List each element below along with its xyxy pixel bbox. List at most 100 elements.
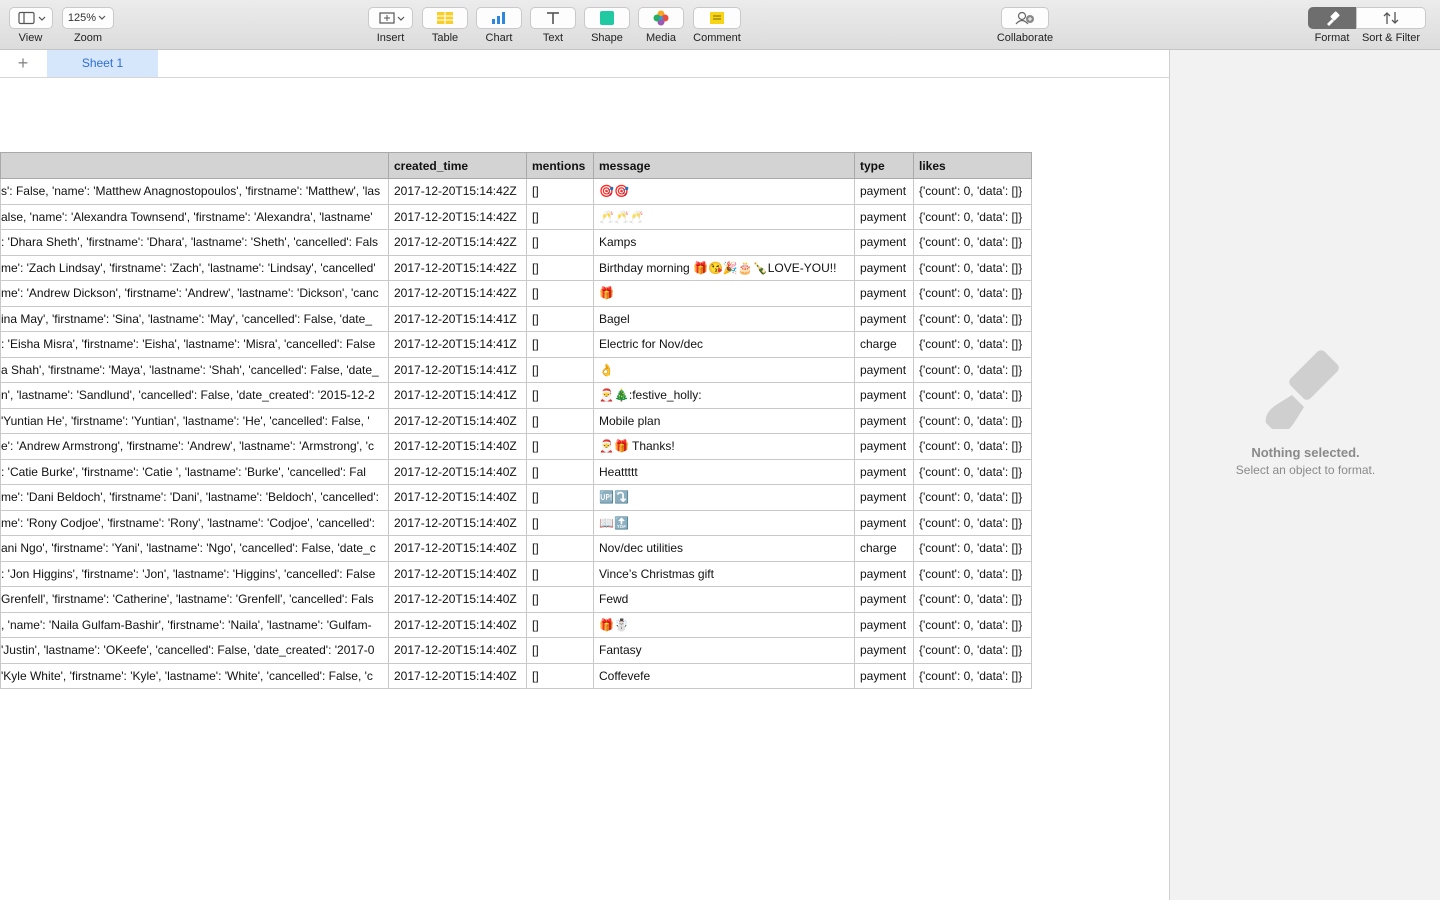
likes-cell[interactable]: {'count': 0, 'data': []} bbox=[913, 407, 1032, 434]
shape-button[interactable]: Shape bbox=[584, 7, 630, 44]
created-time-cell[interactable]: 2017-12-20T15:14:40Z bbox=[388, 586, 527, 613]
table-button[interactable]: Table bbox=[422, 7, 468, 44]
message-cell[interactable]: 🎅🎄:festive_holly: bbox=[593, 382, 855, 409]
column-header-likes[interactable]: likes bbox=[913, 152, 1032, 179]
account-cell[interactable]: 'Yuntian He', 'firstname': 'Yuntian', 'l… bbox=[0, 407, 389, 434]
column-header-type[interactable]: type bbox=[854, 152, 914, 179]
account-cell[interactable]: : 'Eisha Misra', 'firstname': 'Eisha', '… bbox=[0, 331, 389, 358]
message-cell[interactable]: 🆙⤵️ bbox=[593, 484, 855, 511]
created-time-cell[interactable]: 2017-12-20T15:14:41Z bbox=[388, 356, 527, 383]
created-time-cell[interactable]: 2017-12-20T15:14:40Z bbox=[388, 509, 527, 536]
message-cell[interactable]: Vince’s Christmas gift bbox=[593, 560, 855, 587]
type-cell[interactable]: payment bbox=[854, 382, 914, 409]
likes-cell[interactable]: {'count': 0, 'data': []} bbox=[913, 586, 1032, 613]
likes-cell[interactable]: {'count': 0, 'data': []} bbox=[913, 229, 1032, 256]
mentions-cell[interactable]: [] bbox=[526, 484, 594, 511]
account-cell[interactable]: me': 'Zach Lindsay', 'firstname': 'Zach'… bbox=[0, 254, 389, 281]
likes-cell[interactable]: {'count': 0, 'data': []} bbox=[913, 560, 1032, 587]
sort-filter-button[interactable]: Sort & Filter bbox=[1356, 7, 1426, 44]
add-sheet-icon[interactable]: + bbox=[14, 54, 32, 72]
likes-cell[interactable]: {'count': 0, 'data': []} bbox=[913, 280, 1032, 307]
message-cell[interactable]: Heattttt bbox=[593, 458, 855, 485]
message-cell[interactable]: Coffevefe bbox=[593, 662, 855, 689]
type-cell[interactable]: payment bbox=[854, 407, 914, 434]
zoom-control[interactable]: 125% Zoom bbox=[62, 7, 114, 44]
message-cell[interactable]: 🎯🎯 bbox=[593, 178, 855, 205]
type-cell[interactable]: charge bbox=[854, 535, 914, 562]
mentions-cell[interactable]: [] bbox=[526, 382, 594, 409]
chart-button[interactable]: Chart bbox=[476, 7, 522, 44]
account-cell[interactable]: ani Ngo', 'firstname': 'Yani', 'lastname… bbox=[0, 535, 389, 562]
message-cell[interactable]: 🎁☃️ bbox=[593, 611, 855, 638]
likes-cell[interactable]: {'count': 0, 'data': []} bbox=[913, 203, 1032, 230]
insert-button[interactable]: Insert bbox=[368, 7, 413, 44]
column-header-account[interactable] bbox=[0, 152, 389, 179]
type-cell[interactable]: payment bbox=[854, 509, 914, 536]
message-cell[interactable]: 👌 bbox=[593, 356, 855, 383]
media-button[interactable]: Media bbox=[638, 7, 684, 44]
account-cell[interactable]: s': False, 'name': 'Matthew Anagnostopou… bbox=[0, 178, 389, 205]
created-time-cell[interactable]: 2017-12-20T15:14:40Z bbox=[388, 662, 527, 689]
mentions-cell[interactable]: [] bbox=[526, 331, 594, 358]
likes-cell[interactable]: {'count': 0, 'data': []} bbox=[913, 382, 1032, 409]
mentions-cell[interactable]: [] bbox=[526, 662, 594, 689]
created-time-cell[interactable]: 2017-12-20T15:14:40Z bbox=[388, 407, 527, 434]
tab-sheet-1[interactable]: Sheet 1 bbox=[47, 50, 158, 77]
created-time-cell[interactable]: 2017-12-20T15:14:41Z bbox=[388, 305, 527, 332]
created-time-cell[interactable]: 2017-12-20T15:14:42Z bbox=[388, 229, 527, 256]
message-cell[interactable]: Kamps bbox=[593, 229, 855, 256]
mentions-cell[interactable]: [] bbox=[526, 229, 594, 256]
mentions-cell[interactable]: [] bbox=[526, 254, 594, 281]
message-cell[interactable]: Fewd bbox=[593, 586, 855, 613]
created-time-cell[interactable]: 2017-12-20T15:14:41Z bbox=[388, 382, 527, 409]
likes-cell[interactable]: {'count': 0, 'data': []} bbox=[913, 535, 1032, 562]
account-cell[interactable]: n', 'lastname': 'Sandlund', 'cancelled':… bbox=[0, 382, 389, 409]
column-header-created-time[interactable]: created_time bbox=[388, 152, 527, 179]
likes-cell[interactable]: {'count': 0, 'data': []} bbox=[913, 611, 1032, 638]
type-cell[interactable]: payment bbox=[854, 662, 914, 689]
likes-cell[interactable]: {'count': 0, 'data': []} bbox=[913, 331, 1032, 358]
type-cell[interactable]: charge bbox=[854, 331, 914, 358]
created-time-cell[interactable]: 2017-12-20T15:14:42Z bbox=[388, 203, 527, 230]
type-cell[interactable]: payment bbox=[854, 433, 914, 460]
account-cell[interactable]: Grenfell', 'firstname': 'Catherine', 'la… bbox=[0, 586, 389, 613]
created-time-cell[interactable]: 2017-12-20T15:14:40Z bbox=[388, 433, 527, 460]
type-cell[interactable]: payment bbox=[854, 560, 914, 587]
mentions-cell[interactable]: [] bbox=[526, 458, 594, 485]
message-cell[interactable]: Fantasy bbox=[593, 637, 855, 664]
account-cell[interactable]: 'Kyle White', 'firstname': 'Kyle', 'last… bbox=[0, 662, 389, 689]
mentions-cell[interactable]: [] bbox=[526, 407, 594, 434]
likes-cell[interactable]: {'count': 0, 'data': []} bbox=[913, 433, 1032, 460]
account-cell[interactable]: me': 'Andrew Dickson', 'firstname': 'And… bbox=[0, 280, 389, 307]
account-cell[interactable]: : 'Jon Higgins', 'firstname': 'Jon', 'la… bbox=[0, 560, 389, 587]
created-time-cell[interactable]: 2017-12-20T15:14:42Z bbox=[388, 254, 527, 281]
created-time-cell[interactable]: 2017-12-20T15:14:41Z bbox=[388, 331, 527, 358]
created-time-cell[interactable]: 2017-12-20T15:14:40Z bbox=[388, 484, 527, 511]
type-cell[interactable]: payment bbox=[854, 280, 914, 307]
created-time-cell[interactable]: 2017-12-20T15:14:42Z bbox=[388, 178, 527, 205]
created-time-cell[interactable]: 2017-12-20T15:14:40Z bbox=[388, 535, 527, 562]
likes-cell[interactable]: {'count': 0, 'data': []} bbox=[913, 458, 1032, 485]
message-cell[interactable]: Birthday morning 🎁😘🎉🎂🍾LOVE-YOU!! bbox=[593, 254, 855, 281]
mentions-cell[interactable]: [] bbox=[526, 611, 594, 638]
type-cell[interactable]: payment bbox=[854, 586, 914, 613]
likes-cell[interactable]: {'count': 0, 'data': []} bbox=[913, 356, 1032, 383]
type-cell[interactable]: payment bbox=[854, 178, 914, 205]
likes-cell[interactable]: {'count': 0, 'data': []} bbox=[913, 484, 1032, 511]
likes-cell[interactable]: {'count': 0, 'data': []} bbox=[913, 254, 1032, 281]
mentions-cell[interactable]: [] bbox=[526, 203, 594, 230]
created-time-cell[interactable]: 2017-12-20T15:14:40Z bbox=[388, 611, 527, 638]
mentions-cell[interactable]: [] bbox=[526, 433, 594, 460]
message-cell[interactable]: Mobile plan bbox=[593, 407, 855, 434]
likes-cell[interactable]: {'count': 0, 'data': []} bbox=[913, 178, 1032, 205]
message-cell[interactable]: Nov/dec utilities bbox=[593, 535, 855, 562]
mentions-cell[interactable]: [] bbox=[526, 305, 594, 332]
likes-cell[interactable]: {'count': 0, 'data': []} bbox=[913, 637, 1032, 664]
message-cell[interactable]: 🥂🥂🥂 bbox=[593, 203, 855, 230]
type-cell[interactable]: payment bbox=[854, 203, 914, 230]
message-cell[interactable]: Bagel bbox=[593, 305, 855, 332]
type-cell[interactable]: payment bbox=[854, 637, 914, 664]
mentions-cell[interactable]: [] bbox=[526, 535, 594, 562]
mentions-cell[interactable]: [] bbox=[526, 356, 594, 383]
account-cell[interactable]: 'Justin', 'lastname': 'OKeefe', 'cancell… bbox=[0, 637, 389, 664]
